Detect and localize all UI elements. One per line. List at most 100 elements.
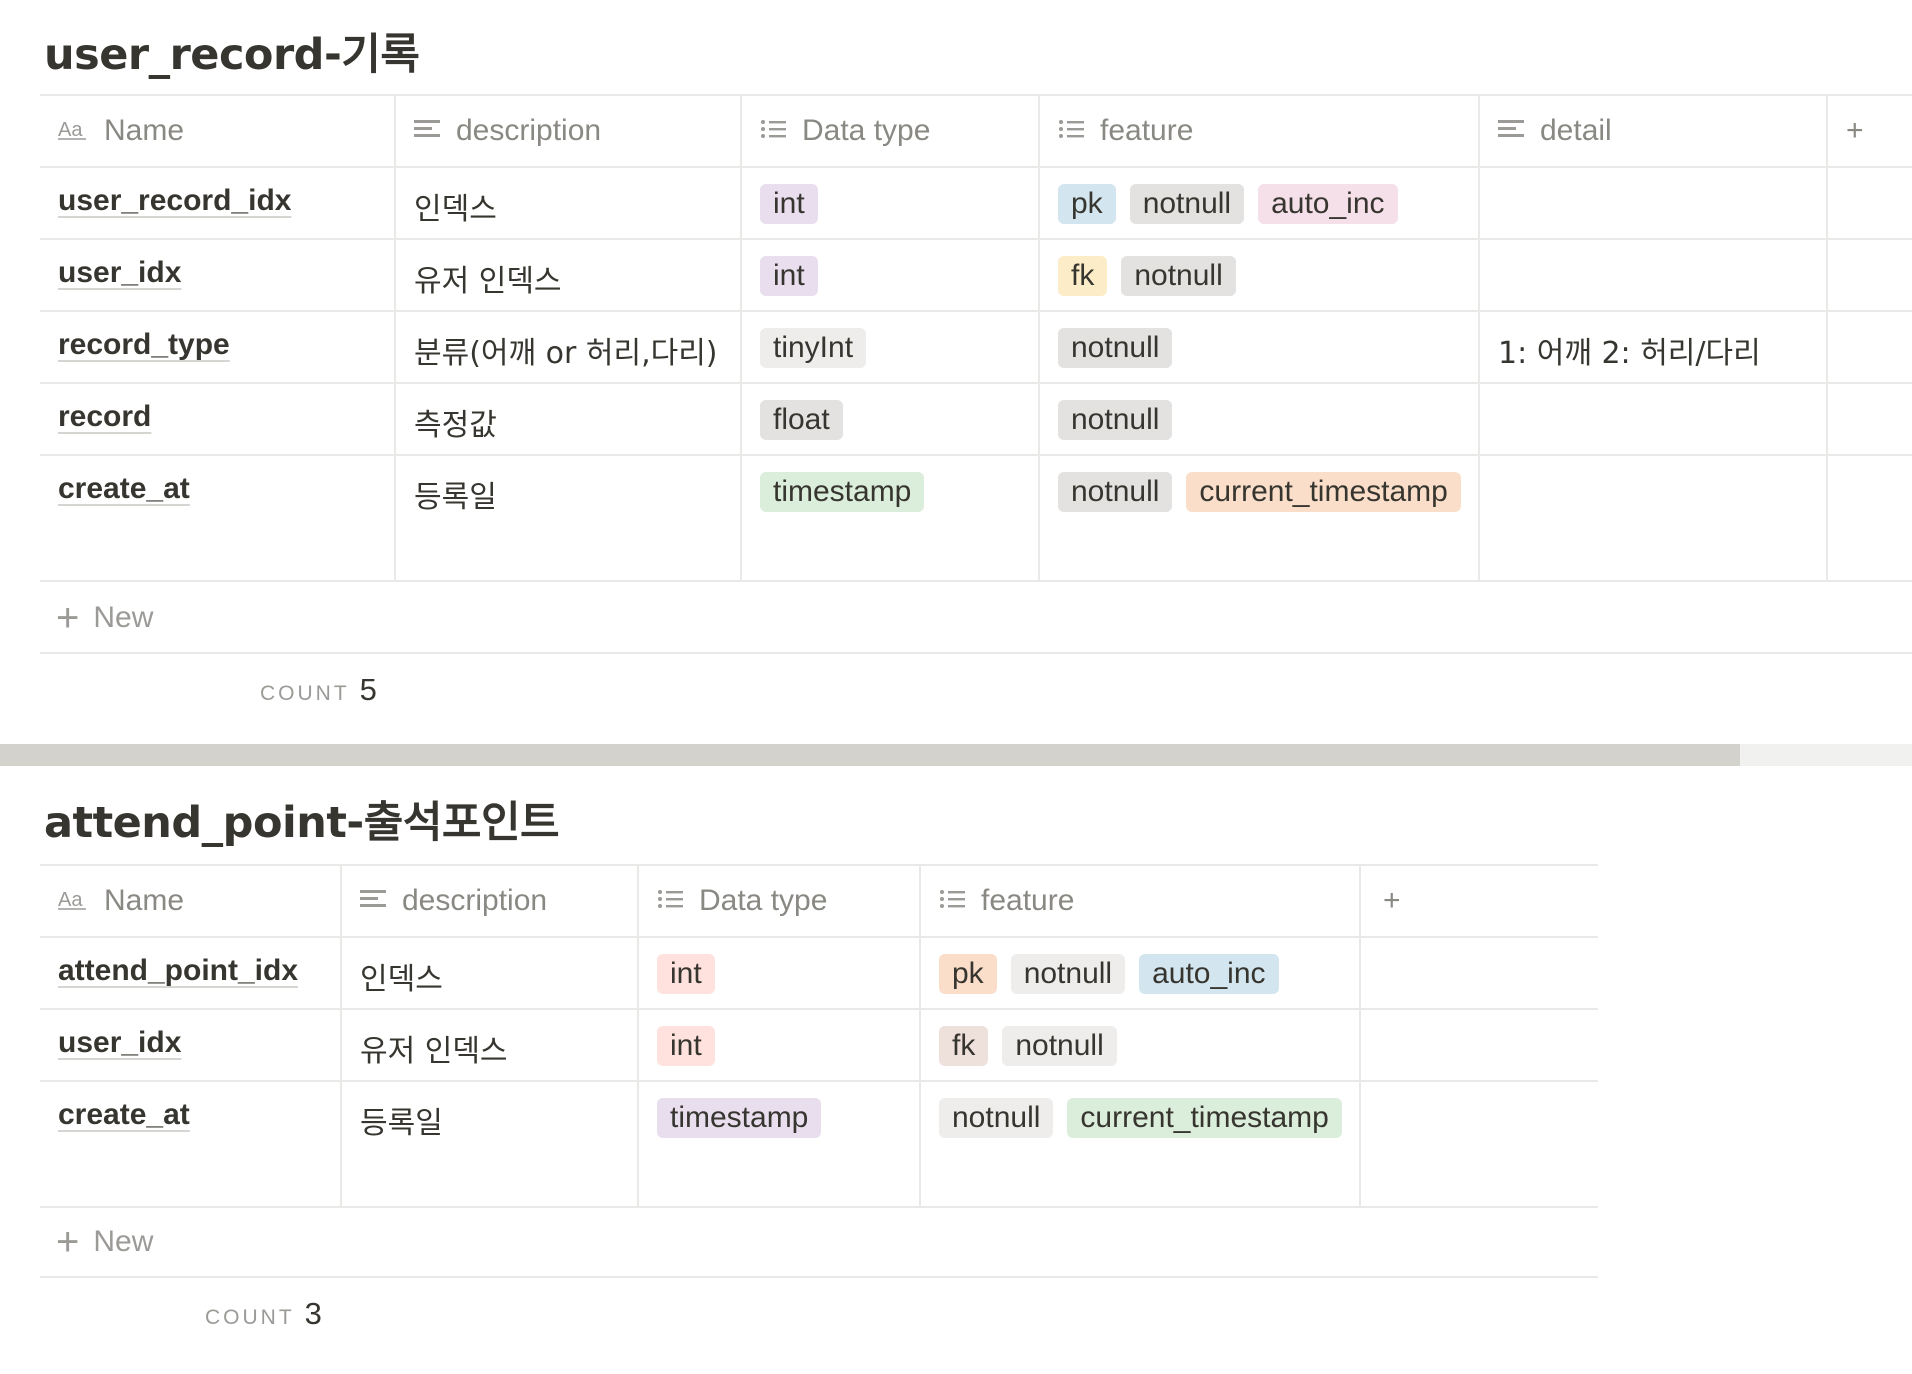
table-row[interactable]: create_at 등록일 timestamp notnull current_… <box>40 1080 1598 1208</box>
count-value: 3 <box>304 1296 322 1331</box>
description-cell[interactable]: 유저 인덱스 <box>395 238 742 312</box>
name-cell[interactable]: create_at <box>40 1080 342 1208</box>
svg-text:Aa: Aa <box>58 119 83 141</box>
data-type-tag: tinyInt <box>760 328 867 368</box>
description-cell[interactable]: 분류(어깨 or 허리,다리) <box>395 310 742 384</box>
column-header-label: detail <box>1540 114 1612 148</box>
scrollbar-thumb[interactable] <box>0 744 1740 766</box>
detail-cell[interactable] <box>1479 454 1828 582</box>
data-type-cell[interactable]: tinyInt <box>741 310 1040 384</box>
name-cell[interactable]: create_at <box>40 454 396 582</box>
feature-tag: auto_inc <box>1139 954 1279 994</box>
name-cell[interactable]: record <box>40 382 396 456</box>
column-header-description[interactable]: description <box>341 864 639 938</box>
feature-cell[interactable]: pk notnull auto_inc <box>920 936 1361 1010</box>
feature-tag: notnull <box>1129 184 1245 224</box>
header-row: Aa Name description Data type feature + <box>40 864 1598 938</box>
add-column-button[interactable]: + <box>1360 864 1598 938</box>
database-table: Aa Name description Data type feature + <box>40 864 1598 1208</box>
table-row[interactable]: user_record_idx 인덱스 int pk notnull auto_… <box>40 166 1912 240</box>
table-row[interactable]: user_idx 유저 인덱스 int fk notnull <box>40 238 1912 312</box>
horizontal-scrollbar[interactable] <box>0 744 1912 766</box>
count-value: 5 <box>359 672 377 707</box>
feature-tag: notnull <box>1058 400 1173 440</box>
count-summary[interactable]: COUNT 5 <box>260 672 377 708</box>
new-row-label: New <box>93 601 154 634</box>
plus-icon: + <box>1383 884 1401 917</box>
text-property-icon <box>414 115 442 149</box>
data-type-cell[interactable]: int <box>741 238 1040 312</box>
add-column-button[interactable]: + <box>1827 94 1912 168</box>
column-header-data-type[interactable]: Data type <box>638 864 921 938</box>
multi-select-property-icon <box>1058 115 1086 149</box>
description-cell[interactable]: 측정값 <box>395 382 742 456</box>
text-property-icon <box>1498 115 1526 149</box>
feature-cell[interactable]: fk notnull <box>920 1008 1361 1082</box>
description-cell[interactable]: 등록일 <box>341 1080 639 1208</box>
multi-select-property-icon <box>760 115 788 149</box>
detail-cell[interactable] <box>1479 238 1828 312</box>
name-cell[interactable]: attend_point_idx <box>40 936 342 1010</box>
new-row-button[interactable]: + New <box>40 584 1912 654</box>
detail-cell[interactable]: 1: 어깨 2: 허리/다리 <box>1479 310 1828 384</box>
name-cell[interactable]: record_type <box>40 310 396 384</box>
feature-tag: fk <box>939 1026 989 1066</box>
data-type-cell[interactable]: int <box>741 166 1040 240</box>
title-property-icon: Aa <box>58 115 90 149</box>
empty-cell <box>1827 454 1912 582</box>
column-header-label: feature <box>1100 114 1194 148</box>
detail-cell[interactable] <box>1479 166 1828 240</box>
column-header-label: Data type <box>802 114 931 148</box>
name-cell[interactable]: user_idx <box>40 238 396 312</box>
description-cell[interactable]: 유저 인덱스 <box>341 1008 639 1082</box>
database-table: Aa Name description Data type feature de… <box>40 94 1912 582</box>
count-label: COUNT <box>205 1306 295 1329</box>
table-row[interactable]: record_type 분류(어깨 or 허리,다리) tinyInt notn… <box>40 310 1912 384</box>
table-row[interactable]: create_at 등록일 timestamp notnull current_… <box>40 454 1912 582</box>
table-row[interactable]: record 측정값 float notnull <box>40 382 1912 456</box>
column-header-detail[interactable]: detail <box>1479 94 1828 168</box>
data-type-tag: int <box>760 184 818 224</box>
column-header-feature[interactable]: feature <box>920 864 1361 938</box>
name-cell[interactable]: user_record_idx <box>40 166 396 240</box>
feature-tag: current_timestamp <box>1067 1098 1342 1138</box>
column-header-label: Data type <box>699 884 828 918</box>
feature-tag: notnull <box>1058 328 1173 368</box>
column-header-label: Name <box>104 884 185 918</box>
feature-tag: fk <box>1058 256 1108 296</box>
feature-tag: pk <box>1058 184 1116 224</box>
feature-tag: auto_inc <box>1258 184 1398 224</box>
table-row[interactable]: user_idx 유저 인덱스 int fk notnull <box>40 1008 1598 1082</box>
plus-icon: + <box>56 1220 80 1264</box>
table-row[interactable]: attend_point_idx 인덱스 int pk notnull auto… <box>40 936 1598 1010</box>
count-summary[interactable]: COUNT 3 <box>205 1296 322 1332</box>
plus-icon: + <box>56 596 80 640</box>
description-cell[interactable]: 인덱스 <box>395 166 742 240</box>
column-header-name[interactable]: Aa Name <box>40 94 396 168</box>
feature-cell[interactable]: notnull current_timestamp <box>1039 454 1480 582</box>
new-row-button[interactable]: + New <box>40 1208 1598 1278</box>
feature-cell[interactable]: pk notnull auto_inc <box>1039 166 1480 240</box>
empty-cell <box>1360 1008 1598 1082</box>
plus-icon: + <box>1846 114 1864 147</box>
data-type-cell[interactable]: float <box>741 382 1040 456</box>
data-type-cell[interactable]: int <box>638 1008 921 1082</box>
data-type-cell[interactable]: timestamp <box>741 454 1040 582</box>
column-header-name[interactable]: Aa Name <box>40 864 342 938</box>
column-header-data-type[interactable]: Data type <box>741 94 1040 168</box>
detail-cell[interactable] <box>1479 382 1828 456</box>
feature-tag: notnull <box>1121 256 1236 296</box>
column-header-feature[interactable]: feature <box>1039 94 1480 168</box>
multi-select-property-icon <box>657 885 685 919</box>
feature-tag: current_timestamp <box>1186 472 1461 512</box>
column-header-description[interactable]: description <box>395 94 742 168</box>
feature-cell[interactable]: fk notnull <box>1039 238 1480 312</box>
feature-cell[interactable]: notnull <box>1039 382 1480 456</box>
feature-cell[interactable]: notnull current_timestamp <box>920 1080 1361 1208</box>
description-cell[interactable]: 등록일 <box>395 454 742 582</box>
data-type-cell[interactable]: timestamp <box>638 1080 921 1208</box>
data-type-cell[interactable]: int <box>638 936 921 1010</box>
name-cell[interactable]: user_idx <box>40 1008 342 1082</box>
description-cell[interactable]: 인덱스 <box>341 936 639 1010</box>
feature-cell[interactable]: notnull <box>1039 310 1480 384</box>
